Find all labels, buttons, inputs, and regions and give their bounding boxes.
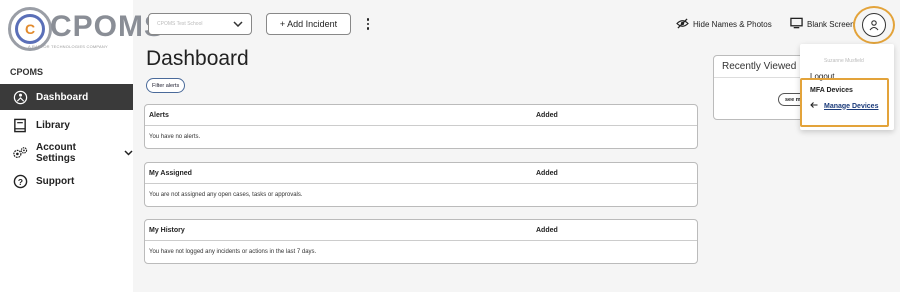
- manage-devices-link[interactable]: Manage Devices: [810, 102, 878, 110]
- panel-header: My History Added: [145, 220, 697, 241]
- sidebar: C CPOMS A RAPTOR TECHNOLOGIES COMPANY CP…: [0, 0, 164, 292]
- my-assigned-panel: My Assigned Added You are not assigned a…: [144, 162, 698, 207]
- more-options-icon[interactable]: [364, 14, 372, 34]
- panel-empty-text: You are not assigned any open cases, tas…: [149, 192, 303, 198]
- alerts-panel: Alerts Added You have no alerts.: [144, 104, 698, 149]
- blank-screen-label: Blank Screen: [807, 19, 855, 29]
- blank-screen-toggle[interactable]: Blank Screen: [790, 17, 855, 31]
- sidebar-item-library[interactable]: Library: [0, 112, 133, 138]
- monitor-icon: [790, 17, 803, 31]
- panel-heading: My History: [149, 226, 185, 234]
- add-incident-button[interactable]: + Add Incident: [266, 13, 351, 35]
- panel-heading: Alerts: [149, 111, 169, 119]
- sidebar-item-label: Account Settings: [36, 142, 76, 164]
- sidebar-item-label: Library: [36, 119, 70, 131]
- arrow-left-icon: [810, 102, 818, 110]
- school-select[interactable]: CPOMS Test School: [148, 13, 252, 35]
- dashboard-icon: [12, 89, 28, 105]
- user-dropdown-menu: Suzanne Musfield Logout MFA Devices Mana…: [800, 44, 894, 130]
- chevron-down-icon: [233, 19, 243, 30]
- book-icon: [12, 117, 28, 133]
- sidebar-item-label: Dashboard: [36, 91, 89, 103]
- cpoms-logo[interactable]: C CPOMS A RAPTOR TECHNOLOGIES COMPANY: [6, 6, 164, 52]
- column-added[interactable]: Added: [536, 170, 558, 177]
- column-added[interactable]: Added: [536, 112, 558, 119]
- hide-names-label: Hide Names & Photos: [693, 20, 772, 29]
- user-name: Suzanne Musfield: [824, 58, 864, 64]
- sidebar-item-account-settings[interactable]: Account Settings: [0, 140, 133, 166]
- filter-alerts-button[interactable]: Filter alerts: [146, 78, 186, 93]
- my-history-panel: My History Added You have not logged any…: [144, 219, 698, 264]
- panel-empty-text: You have not logged any incidents or act…: [149, 249, 317, 255]
- panel-header: My Assigned Added: [145, 163, 697, 184]
- sidebar-item-support[interactable]: ? Support: [0, 168, 133, 194]
- sidebar-item-dashboard[interactable]: Dashboard: [0, 84, 133, 110]
- manage-devices-label: Manage Devices: [824, 102, 879, 110]
- chevron-down-icon: [124, 148, 133, 158]
- school-select-value: CPOMS Test School: [157, 21, 203, 27]
- gears-icon: [12, 145, 28, 161]
- panel-header: Alerts Added: [145, 105, 697, 126]
- user-icon: [862, 13, 886, 37]
- app-root: C CPOMS A RAPTOR TECHNOLOGIES COMPANY CP…: [0, 0, 900, 292]
- panel-heading: My Assigned: [149, 169, 192, 177]
- panel-empty-text: You have no alerts.: [149, 134, 201, 140]
- logo-subtitle: A RAPTOR TECHNOLOGIES COMPANY: [28, 44, 108, 49]
- user-menu-button[interactable]: [853, 6, 895, 44]
- sidebar-section-label: CPOMS: [10, 67, 44, 77]
- help-icon: ?: [12, 173, 28, 189]
- mfa-devices-heading: MFA Devices: [810, 87, 853, 94]
- eye-slash-icon: [676, 18, 689, 31]
- column-added[interactable]: Added: [536, 227, 558, 234]
- page-title: Dashboard: [146, 47, 249, 70]
- hide-names-toggle[interactable]: Hide Names & Photos: [676, 18, 772, 31]
- svg-text:?: ?: [17, 176, 22, 186]
- sidebar-item-label: Support: [36, 175, 75, 187]
